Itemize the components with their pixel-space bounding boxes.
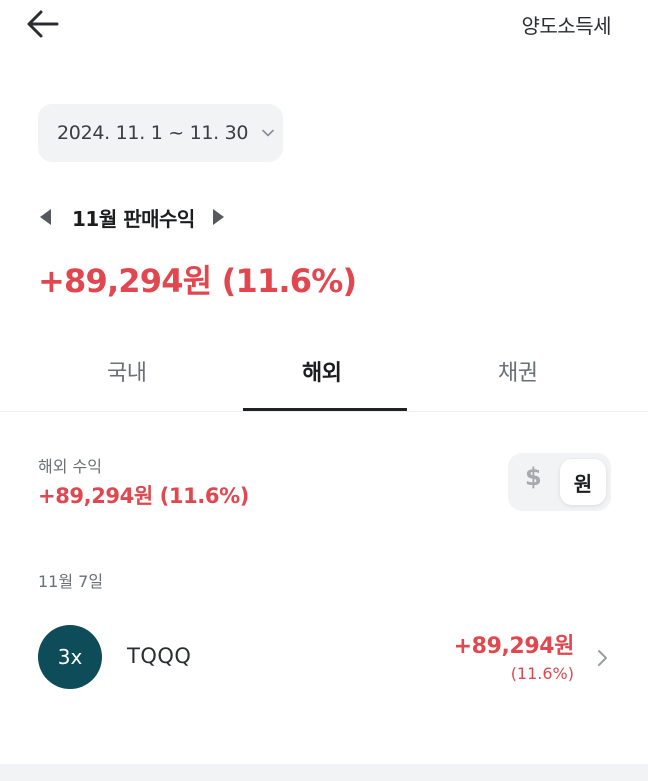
- currency-usd-option[interactable]: $: [525, 463, 542, 491]
- market-tabs: 국내 해외 채권: [0, 345, 648, 412]
- capital-gains-tax-link[interactable]: 양도소득세: [522, 10, 612, 39]
- arrow-left-icon: [27, 10, 59, 38]
- tab-domestic[interactable]: 국내: [107, 355, 147, 387]
- back-button[interactable]: [26, 8, 66, 40]
- section-divider: [0, 764, 648, 781]
- screen: 양도소득세 2024. 11. 1 ~ 11. 30 11월 판매수익 +89,…: [0, 0, 648, 781]
- chevron-down-icon: [262, 126, 275, 140]
- ticker-name: TQQQ: [127, 644, 192, 668]
- trade-date-header: 11월 7일: [38, 572, 104, 591]
- month-label: 11월 판매수익: [72, 206, 195, 231]
- total-profit: +89,294원 (11.6%): [38, 262, 357, 300]
- tab-bonds[interactable]: 채권: [498, 355, 538, 387]
- month-navigation: 11월 판매수익: [40, 200, 224, 234]
- date-range-label: 2024. 11. 1 ~ 11. 30: [57, 122, 249, 144]
- date-range-selector[interactable]: 2024. 11. 1 ~ 11. 30: [38, 104, 283, 162]
- currency-krw-option[interactable]: 원: [560, 459, 606, 505]
- currency-toggle: $ 원: [508, 453, 611, 511]
- next-month-icon[interactable]: [212, 209, 224, 225]
- active-tab-indicator: [243, 408, 407, 411]
- prev-month-icon[interactable]: [40, 209, 51, 225]
- trade-profit-rate: (11.6%): [510, 664, 574, 683]
- ticker-logo: 3x: [38, 625, 102, 689]
- overseas-profit-value: +89,294원 (11.6%): [38, 484, 249, 508]
- trade-profit-amount: +89,294원: [453, 634, 575, 659]
- trade-row[interactable]: 3x TQQQ +89,294원 (11.6%): [0, 610, 648, 706]
- overseas-profit-label: 해외 수익: [38, 457, 102, 476]
- tab-overseas[interactable]: 해외: [302, 355, 342, 387]
- chevron-right-icon: [598, 650, 607, 666]
